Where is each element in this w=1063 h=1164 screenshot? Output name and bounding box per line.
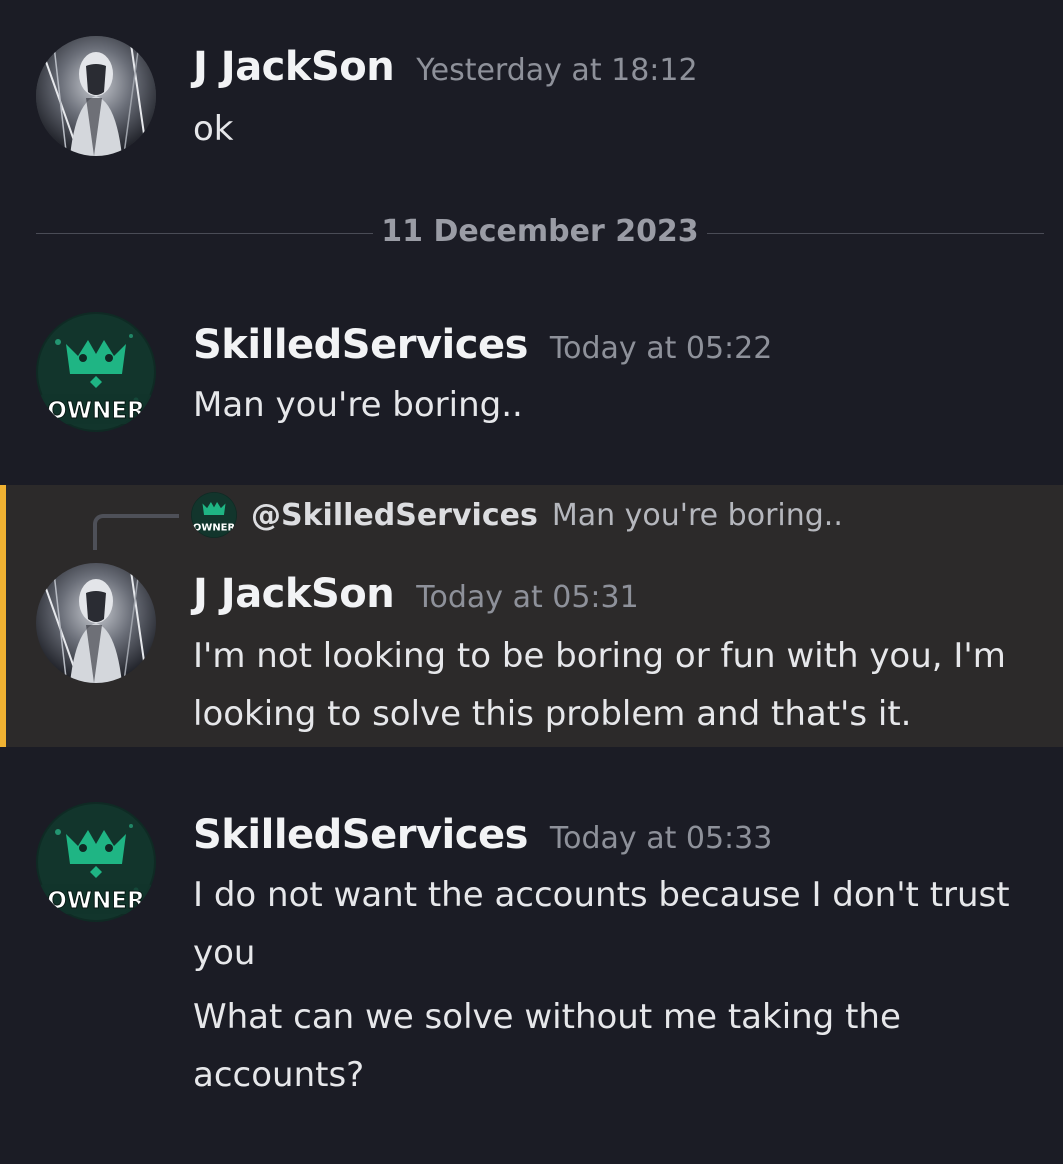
message-text: What can we solve without me taking the … <box>193 997 901 1095</box>
timestamp: Today at 05:33 <box>549 821 773 856</box>
chat-log: J JackSon Yesterday at 18:12 ok 11 Decemb… <box>0 0 1063 1164</box>
message-text: Man you're boring.. <box>193 385 523 425</box>
crown-icon: OWNER <box>36 312 156 432</box>
message-item[interactable]: J JackSon Yesterday at 18:12 ok <box>0 0 1063 200</box>
message-text: I'm not looking to be boring or fun with… <box>193 636 1006 734</box>
crown-icon: OWNER <box>191 492 237 538</box>
timestamp: Today at 05:31 <box>416 580 639 615</box>
owner-avatar[interactable]: OWNER <box>36 312 156 432</box>
message-text: I do not want the accounts because I don… <box>193 875 1010 973</box>
message-item[interactable]: OWNER SkilledServices Today at 05:33 I do… <box>0 780 1063 1160</box>
message-item[interactable]: OWNER SkilledServices Today at 05:22 Man … <box>0 290 1063 470</box>
date-label: 11 December 2023 <box>381 214 699 249</box>
divider-line <box>707 233 1044 234</box>
username[interactable]: SkilledServices <box>193 812 528 858</box>
username[interactable]: J JackSon <box>193 571 395 617</box>
reply-avatar[interactable]: OWNER <box>191 492 237 538</box>
owner-badge: OWNER <box>47 398 145 424</box>
message-text: ok <box>193 109 234 149</box>
user-avatar[interactable] <box>36 36 156 156</box>
username[interactable]: J JackSon <box>193 44 395 90</box>
date-divider: 11 December 2023 <box>36 214 1044 249</box>
owner-badge: OWNER <box>47 888 145 914</box>
timestamp: Today at 05:22 <box>549 331 773 366</box>
hooded-figure-icon <box>36 36 156 156</box>
timestamp: Yesterday at 18:12 <box>416 53 698 88</box>
hooded-figure-icon <box>36 563 156 683</box>
reply-mention[interactable]: @SkilledServices <box>251 498 538 533</box>
crown-icon: OWNER <box>36 802 156 922</box>
username[interactable]: SkilledServices <box>193 322 528 368</box>
reply-preview[interactable]: OWNER @SkilledServices Man you're boring… <box>191 492 843 538</box>
divider-line <box>36 233 373 234</box>
user-avatar[interactable] <box>36 563 156 683</box>
owner-avatar[interactable]: OWNER <box>36 802 156 922</box>
reply-text: Man you're boring.. <box>551 497 843 533</box>
owner-badge: OWNER <box>193 522 236 533</box>
message-item[interactable]: J JackSon Today at 05:31 I'm not looking … <box>0 545 1063 745</box>
